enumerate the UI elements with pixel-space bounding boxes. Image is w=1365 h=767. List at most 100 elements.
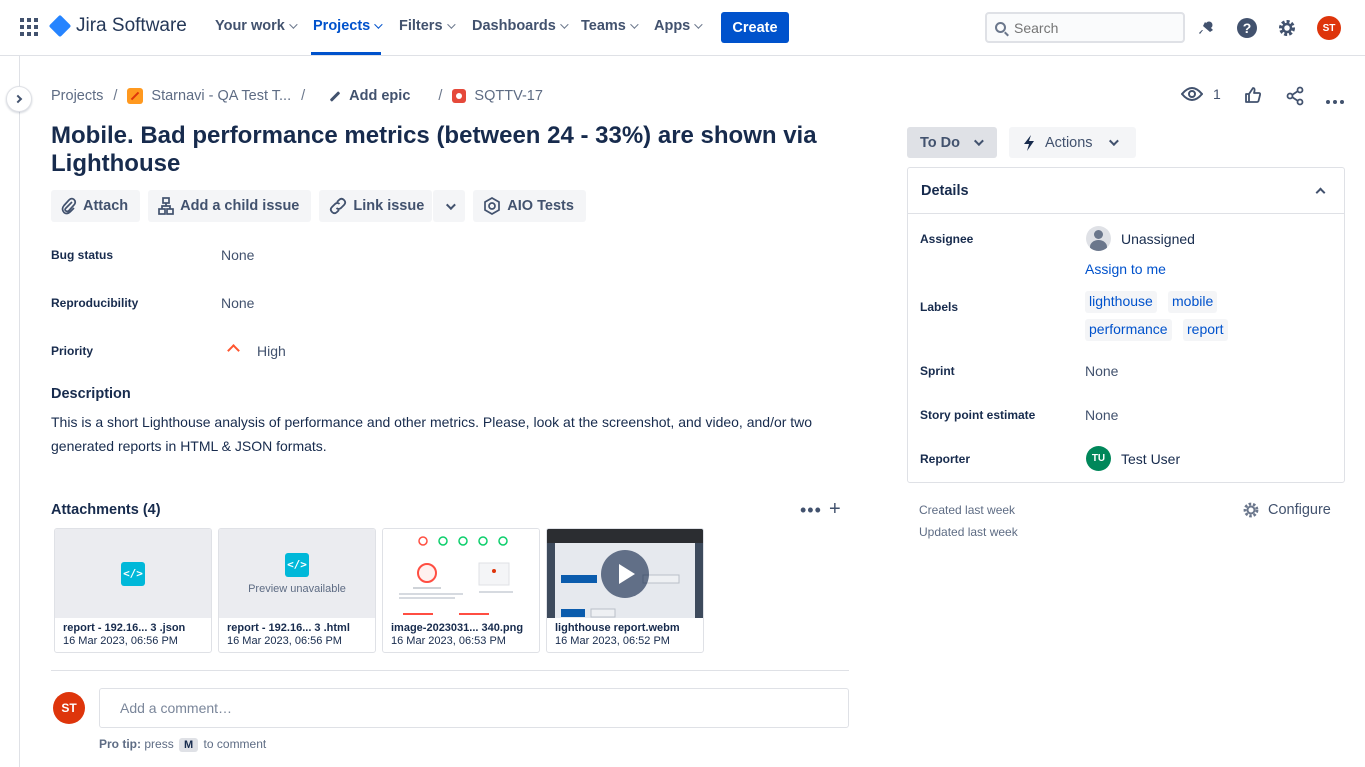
breadcrumb-issue-key[interactable]: SQTTV-17 (474, 88, 543, 104)
attachment-card[interactable]: </> Preview unavailable report - 192.16.… (218, 528, 376, 653)
user-avatar[interactable]: ST (1317, 16, 1341, 40)
chevron-down-icon (559, 20, 569, 29)
priority-value[interactable]: High (257, 343, 286, 359)
logo-text: Jira Software (76, 15, 187, 36)
sprint-value[interactable]: None (1085, 363, 1118, 379)
more-actions-icon[interactable] (1325, 92, 1345, 110)
attachment-date: 16 Mar 2023, 06:56 PM (227, 635, 342, 647)
label-tag[interactable]: lighthouse (1085, 291, 1157, 313)
link-issue-button[interactable]: Link issue (319, 190, 433, 222)
reproducibility-value[interactable]: None (221, 295, 254, 311)
configure-label: Configure (1268, 502, 1331, 518)
bug-status-label: Bug status (51, 248, 114, 262)
attachment-thumbnail: </> (55, 529, 211, 618)
assignee-value[interactable]: Unassigned (1121, 231, 1195, 247)
search-input[interactable] (1014, 19, 1164, 36)
chevron-down-icon (973, 136, 984, 147)
pencil-icon (329, 90, 341, 102)
nav-filters[interactable]: Filters (399, 18, 456, 34)
status-dropdown[interactable]: To Do (907, 127, 997, 158)
settings-gear-icon[interactable] (1275, 16, 1299, 40)
priority-label: Priority (51, 344, 94, 358)
jira-logo[interactable]: Jira Software (48, 14, 187, 38)
story-point-value[interactable]: None (1085, 407, 1118, 423)
nav-apps[interactable]: Apps (654, 18, 703, 34)
bug-status-value[interactable]: None (221, 247, 254, 263)
attach-button[interactable]: Attach (51, 190, 141, 222)
issue-action-bar: Attach Add a child issue Link issue AIO … (51, 190, 586, 222)
nav-label: Projects (313, 18, 371, 34)
image-thumbnail (383, 529, 539, 618)
create-button[interactable]: Create (721, 12, 789, 43)
label-tag[interactable]: report (1183, 319, 1228, 341)
chevron-down-icon (446, 20, 456, 29)
attach-label: Attach (83, 198, 129, 214)
svg-text:?: ? (1243, 20, 1252, 36)
project-icon (127, 88, 144, 104)
nav-label: Teams (581, 18, 626, 34)
attachment-card[interactable]: </> report - 192.16... 3 .json 16 Mar 20… (54, 528, 212, 653)
notifications-icon[interactable] (1195, 16, 1219, 40)
breadcrumb-project[interactable]: Starnavi - QA Test T... (151, 88, 291, 104)
assign-to-me-link[interactable]: Assign to me (1085, 261, 1166, 277)
reporter-value[interactable]: Test User (1121, 451, 1180, 467)
lighthouse-screenshot-preview (399, 536, 513, 615)
actions-dropdown[interactable]: Actions (1009, 127, 1136, 158)
play-icon[interactable] (601, 549, 649, 598)
attachment-thumbnail: </> Preview unavailable (219, 529, 375, 618)
label-tag[interactable]: performance (1085, 319, 1172, 341)
pro-tip-label: Pro tip: (99, 737, 141, 751)
watch-count: 1 (1213, 86, 1221, 102)
paperclip-icon (61, 197, 77, 215)
search-icon (995, 22, 1006, 33)
nav-dashboards[interactable]: Dashboards (472, 18, 569, 34)
comment-input[interactable]: Add a comment… (99, 688, 849, 728)
gear-icon (1243, 502, 1259, 518)
breadcrumb-projects[interactable]: Projects (51, 88, 103, 104)
aio-tests-icon (484, 197, 501, 215)
add-epic-link[interactable]: Add epic (349, 88, 410, 104)
search-box[interactable] (985, 12, 1185, 43)
details-heading: Details (921, 182, 969, 199)
add-attachment-icon[interactable]: + (829, 498, 841, 521)
nav-projects[interactable]: Projects (313, 18, 383, 34)
link-icon (330, 197, 347, 215)
code-file-icon: </> (121, 561, 145, 586)
actions-label: Actions (1045, 134, 1093, 151)
watch-button[interactable]: 1 (1181, 86, 1221, 102)
reporter-avatar: TU (1086, 446, 1111, 471)
nav-your-work[interactable]: Your work (215, 18, 298, 34)
nav-teams[interactable]: Teams (581, 18, 639, 34)
help-icon[interactable]: ? (1235, 16, 1259, 40)
status-label: To Do (920, 134, 960, 151)
link-issue-dropdown[interactable] (433, 190, 466, 222)
like-icon[interactable] (1244, 86, 1262, 109)
attachments-more-icon[interactable]: ••• (800, 500, 822, 521)
pro-tip-rest: to comment (203, 737, 267, 751)
add-child-issue-button[interactable]: Add a child issue (148, 190, 312, 222)
chevron-right-icon (13, 94, 22, 104)
attachment-card[interactable]: lighthouse report.webm 16 Mar 2023, 06:5… (546, 528, 704, 653)
share-icon[interactable] (1285, 86, 1305, 111)
code-file-icon: </> (285, 552, 309, 577)
aio-tests-button[interactable]: AIO Tests (473, 190, 586, 222)
divider (51, 670, 849, 671)
chevron-down-icon (374, 20, 383, 29)
nav-label: Apps (654, 18, 691, 34)
chevron-down-icon (630, 20, 639, 29)
pro-tip: Pro tip: press M to comment (99, 737, 266, 752)
labels-label: Labels (920, 300, 959, 314)
nav-label: Dashboards (472, 18, 556, 34)
breadcrumb-separator: / (113, 88, 118, 104)
app-switcher-icon[interactable] (20, 18, 38, 36)
chevron-up-icon[interactable] (1315, 187, 1326, 198)
description-body[interactable]: This is a short Lighthouse analysis of p… (51, 410, 841, 458)
details-header[interactable]: Details (908, 168, 1344, 214)
add-child-label: Add a child issue (180, 198, 300, 214)
attachment-card[interactable]: image-2023031... 340.png 16 Mar 2023, 06… (382, 528, 540, 653)
issue-title[interactable]: Mobile. Bad performance metrics (between… (51, 122, 871, 178)
avatar-initials: ST (1317, 16, 1341, 40)
expand-sidebar-button[interactable] (6, 86, 32, 112)
configure-button[interactable]: Configure (1242, 501, 1331, 519)
label-tag[interactable]: mobile (1168, 291, 1218, 313)
